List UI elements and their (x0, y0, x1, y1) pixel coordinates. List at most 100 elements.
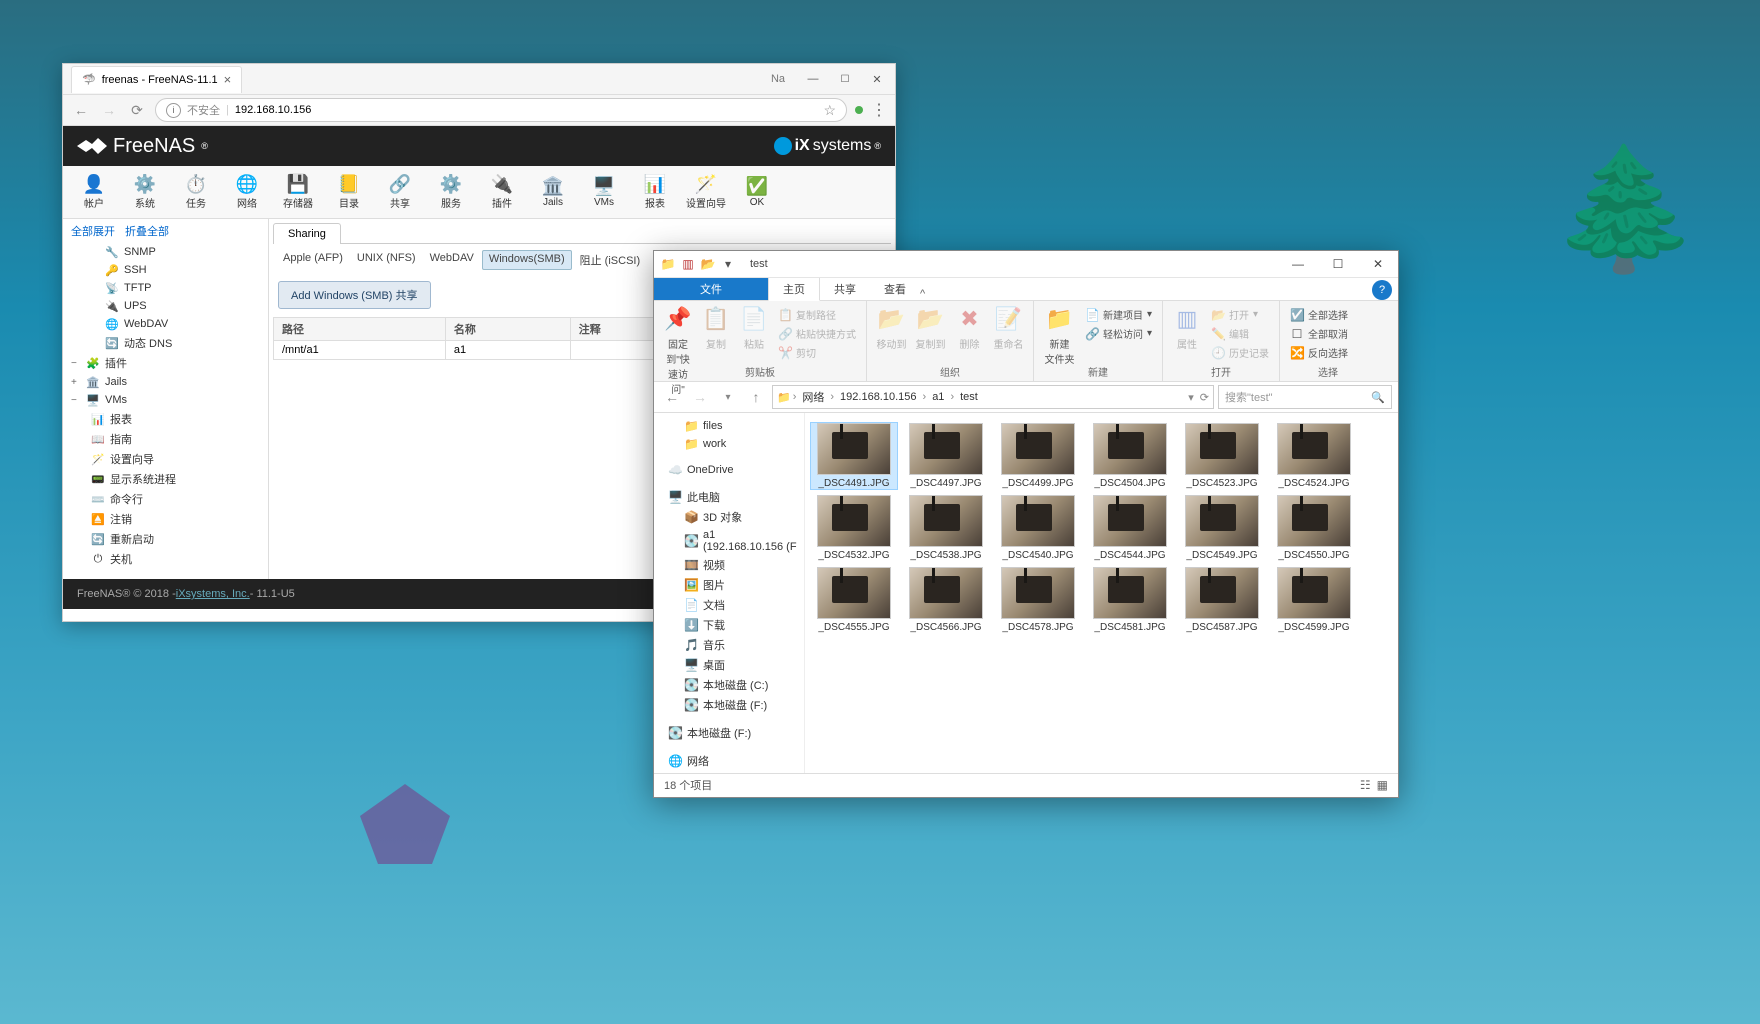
toolbar-服务[interactable]: ⚙️服务 (426, 170, 476, 214)
tree-文档[interactable]: 📄文档 (654, 595, 804, 615)
tree-网络[interactable]: 🌐网络 (654, 751, 804, 771)
edit-button[interactable]: ✏️编辑 (1209, 325, 1271, 342)
toolbar-报表[interactable]: 📊报表 (630, 170, 680, 214)
tree-报表[interactable]: 📊报表 (63, 409, 268, 429)
properties-button[interactable]: ▥属性 (1171, 304, 1203, 351)
chevron-down-icon[interactable]: ▾ (720, 256, 736, 272)
tree-桌面[interactable]: 🖥️桌面 (654, 655, 804, 675)
qat-newfolder-icon[interactable]: 📂 (700, 256, 716, 272)
file-item[interactable]: _DSC4587.JPG (1179, 567, 1265, 633)
tree-音乐[interactable]: 🎵音乐 (654, 635, 804, 655)
tree-work[interactable]: 📁work (654, 435, 804, 453)
subtab-0[interactable]: Apple (AFP) (277, 250, 349, 270)
tree-SNMP[interactable]: 🔧SNMP (63, 243, 268, 261)
toolbar-任务[interactable]: ⏱️任务 (171, 170, 221, 214)
file-item[interactable]: _DSC4550.JPG (1271, 495, 1357, 561)
forward-button[interactable]: → (99, 100, 119, 120)
profile-icon[interactable] (855, 106, 863, 114)
toolbar-存储器[interactable]: 💾存储器 (273, 170, 323, 214)
help-icon[interactable]: ? (1372, 280, 1392, 300)
tree-指南[interactable]: 📖指南 (63, 429, 268, 449)
forward-button[interactable]: → (688, 385, 712, 409)
refresh-icon[interactable]: ⟳ (1196, 391, 1209, 404)
file-item[interactable]: _DSC4497.JPG (903, 423, 989, 489)
tree-OneDrive[interactable]: ☁️OneDrive (654, 461, 804, 479)
toolbar-设置向导[interactable]: 🪄设置向导 (681, 170, 731, 214)
delete-button[interactable]: ✖删除 (953, 304, 986, 351)
expand-all-link[interactable]: 全部展开 (71, 223, 115, 239)
file-item[interactable]: _DSC4555.JPG (811, 567, 897, 633)
tree-图片[interactable]: 🖼️图片 (654, 575, 804, 595)
menu-icon[interactable]: ⋮ (871, 100, 887, 120)
maximize-button[interactable]: ☐ (831, 68, 859, 90)
new-folder-button[interactable]: 📁新建 文件夹 (1042, 304, 1077, 366)
details-view-icon[interactable]: ☷ (1360, 778, 1371, 792)
search-input[interactable]: 搜索"test" 🔍 (1218, 385, 1392, 409)
move-to-button[interactable]: 📂移动到 (875, 304, 908, 351)
file-item[interactable]: _DSC4599.JPG (1271, 567, 1357, 633)
tree-设置向导[interactable]: 🪄设置向导 (63, 449, 268, 469)
close-button[interactable]: ✕ (1358, 251, 1398, 277)
toolbar-OK[interactable]: ✅OK (732, 170, 782, 214)
toolbar-Jails[interactable]: 🏛️Jails (528, 170, 578, 214)
reload-button[interactable]: ⟳ (127, 100, 147, 120)
toolbar-共享[interactable]: 🔗共享 (375, 170, 425, 214)
file-item[interactable]: _DSC4523.JPG (1179, 423, 1265, 489)
tab-file[interactable]: 文件 (654, 278, 768, 300)
maximize-button[interactable]: ☐ (1318, 251, 1358, 277)
tree-下载[interactable]: ⬇️下载 (654, 615, 804, 635)
content-tab-sharing[interactable]: Sharing (273, 223, 341, 244)
subtab-3[interactable]: Windows(SMB) (482, 250, 572, 270)
large-icons-view-icon[interactable]: ▦ (1377, 778, 1388, 792)
ixsystems-link[interactable]: iXsystems, Inc. (176, 588, 250, 600)
tree-a1 (192.168.10.156 (F[interactable]: 💽a1 (192.168.10.156 (F (654, 527, 804, 555)
add-smb-button[interactable]: Add Windows (SMB) 共享 (278, 281, 431, 309)
copy-button[interactable]: 📋复制 (700, 304, 732, 351)
select-none-button[interactable]: ☐全部取消 (1288, 325, 1350, 342)
copy-path-button[interactable]: 📋复制路径 (776, 306, 858, 323)
close-button[interactable]: ✕ (863, 68, 891, 90)
tree-注销[interactable]: ⏏️注销 (63, 509, 268, 529)
browser-tab[interactable]: 🦈 freenas - FreeNAS-11.1 × (71, 66, 242, 93)
easy-access-button[interactable]: 🔗轻松访问 ▾ (1083, 325, 1154, 342)
toolbar-网络[interactable]: 🌐网络 (222, 170, 272, 214)
file-item[interactable]: _DSC4544.JPG (1087, 495, 1173, 561)
tree-显示系统进程[interactable]: 📟显示系统进程 (63, 469, 268, 489)
info-icon[interactable]: i (166, 103, 181, 118)
file-item[interactable]: _DSC4581.JPG (1087, 567, 1173, 633)
file-item[interactable]: _DSC4578.JPG (995, 567, 1081, 633)
file-item[interactable]: _DSC4524.JPG (1271, 423, 1357, 489)
tree-files[interactable]: 📁files (654, 417, 804, 435)
url-field[interactable]: i 不安全 | 192.168.10.156 ☆ (155, 98, 847, 122)
tree-WebDAV[interactable]: 🌐WebDAV (63, 315, 268, 333)
tree-插件[interactable]: −🧩插件 (63, 353, 268, 373)
close-icon[interactable]: × (224, 72, 232, 87)
subtab-4[interactable]: 阻止 (iSCSI) (574, 250, 647, 270)
tree-3D 对象[interactable]: 📦3D 对象 (654, 507, 804, 527)
file-item[interactable]: _DSC4499.JPG (995, 423, 1081, 489)
paste-button[interactable]: 📄粘贴 (738, 304, 770, 351)
tab-view[interactable]: 查看 (870, 278, 920, 300)
tab-share[interactable]: 共享 (820, 278, 870, 300)
tree-命令行[interactable]: ⌨️命令行 (63, 489, 268, 509)
cut-button[interactable]: ✂️剪切 (776, 344, 858, 361)
tree-重新启动[interactable]: 🔄重新启动 (63, 529, 268, 549)
file-item[interactable]: _DSC4549.JPG (1179, 495, 1265, 561)
rename-button[interactable]: 📝重命名 (992, 304, 1025, 351)
tree-动态 DNS[interactable]: 🔄动态 DNS (63, 333, 268, 353)
tree-192.168.10.156[interactable]: 🖥️192.168.10.156 (654, 771, 804, 773)
tree-SSH[interactable]: 🔑SSH (63, 261, 268, 279)
toolbar-系统[interactable]: ⚙️系统 (120, 170, 170, 214)
tree-UPS[interactable]: 🔌UPS (63, 297, 268, 315)
file-item[interactable]: _DSC4504.JPG (1087, 423, 1173, 489)
toolbar-VMs[interactable]: 🖥️VMs (579, 170, 629, 214)
folder-icon[interactable]: 📁 (660, 256, 676, 272)
toolbar-目录[interactable]: 📒目录 (324, 170, 374, 214)
pin-quickaccess-button[interactable]: 📌固定到"快 速访问" (662, 304, 694, 396)
qat-properties-icon[interactable]: ▥ (680, 256, 696, 272)
subtab-2[interactable]: WebDAV (424, 250, 480, 270)
back-button[interactable]: ← (71, 100, 91, 120)
tree-此电脑[interactable]: 🖥️此电脑 (654, 487, 804, 507)
file-item[interactable]: _DSC4491.JPG (811, 423, 897, 489)
history-button[interactable]: 🕘历史记录 (1209, 344, 1271, 361)
